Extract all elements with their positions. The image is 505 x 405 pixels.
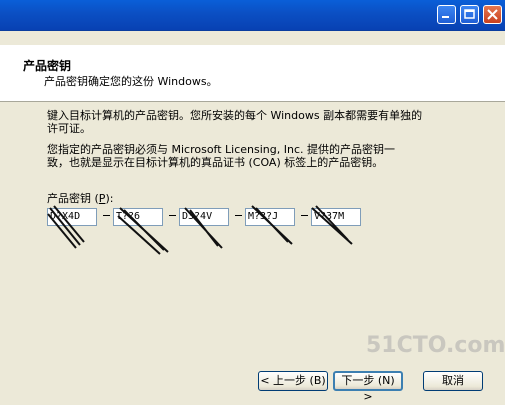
close-icon [487,9,498,20]
instructions-paragraph-2: 您指定的产品密钥必须与 Microsoft Licensing, Inc. 提供… [47,143,467,169]
minimize-button[interactable] [437,5,456,24]
watermark: 51CTO.com [366,333,505,358]
redaction-scribbles [47,205,353,255]
instructions-paragraph-1: 键入目标计算机的产品密钥。您所安装的每个 Windows 副本都需要有单独的 许… [47,109,467,135]
cancel-button[interactable]: 取消 [423,371,483,391]
page-subtitle: 产品密钥确定您的这份 Windows。 [44,75,218,88]
back-button[interactable]: < 上一步 (B) [258,371,328,391]
next-button[interactable]: 下一步 (N) > [333,371,403,403]
title-bar [0,0,505,31]
close-button[interactable] [483,5,502,24]
instructions-line: 键入目标计算机的产品密钥。您所安装的每个 Windows 副本都需要有单独的 [47,109,423,122]
instructions-line: 您指定的产品密钥必须与 Microsoft Licensing, Inc. 提供… [47,143,396,156]
page-title: 产品密钥 [23,59,72,73]
maximize-icon [464,9,475,19]
instructions-line: 致，也就是显示在目标计算机的真品证书 (COA) 标签上的产品密钥。 [47,156,384,169]
instructions-line: 许可证。 [47,122,91,135]
minimize-icon [442,16,449,18]
wizard-header: 产品密钥 产品密钥确定您的这份 Windows。 [0,45,505,102]
maximize-button[interactable] [460,5,479,24]
